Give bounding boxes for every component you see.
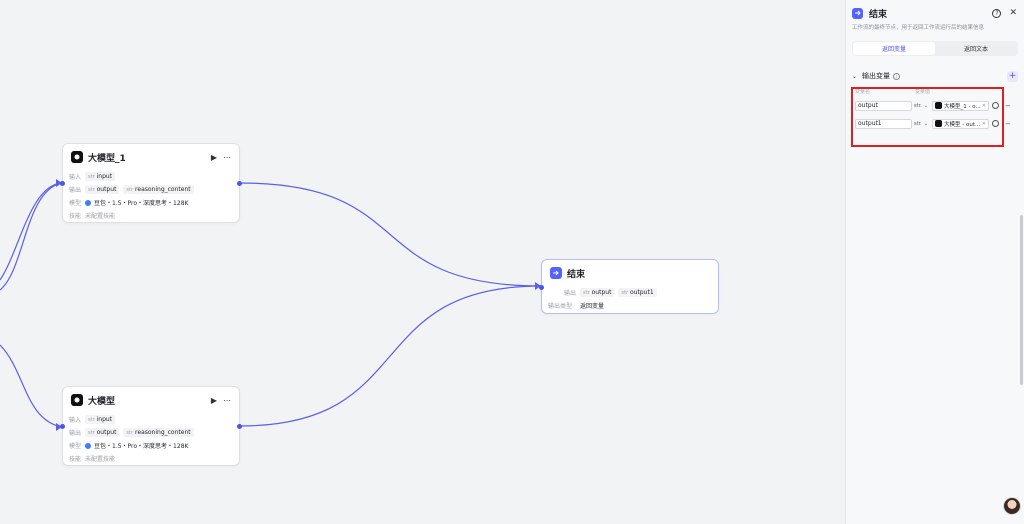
node-title: 大模型_1 bbox=[88, 153, 126, 164]
input-port[interactable] bbox=[60, 424, 65, 429]
panel-scrollbar[interactable] bbox=[1020, 215, 1023, 385]
output-tag: str output bbox=[85, 428, 120, 437]
add-variable-button[interactable]: + bbox=[1007, 70, 1018, 82]
doubao-model-icon bbox=[85, 199, 91, 206]
remove-variable-button[interactable]: − bbox=[1005, 120, 1011, 128]
edge-llm1-to-end bbox=[239, 182, 542, 287]
output-tag: str output1 bbox=[618, 288, 657, 297]
skill-row: 技能 未配置技能 bbox=[69, 213, 116, 220]
output-mode-row: 输出类型 返回变量 bbox=[548, 303, 605, 310]
input-port[interactable] bbox=[60, 181, 65, 186]
end-node-icon bbox=[852, 7, 863, 19]
chevron-down-icon[interactable]: ⌄ bbox=[852, 73, 857, 80]
run-icon[interactable]: ▶ bbox=[211, 396, 217, 405]
help-icon[interactable]: ? bbox=[992, 8, 1002, 18]
edge-start-to-llm1-b bbox=[0, 182, 63, 281]
output-row: 输出 str output str output1 bbox=[542, 286, 718, 299]
highlight-box bbox=[851, 87, 1004, 147]
model-row: 模型 豆包・1.5・Pro・深度思考・128K bbox=[69, 442, 189, 450]
input-tag: str input bbox=[85, 415, 116, 424]
input-port[interactable] bbox=[539, 285, 544, 290]
llm-node-2[interactable]: 大模型 ▶ ⋯ 输入 str input 输出 str output str reas… bbox=[60, 386, 242, 466]
output-port[interactable] bbox=[237, 181, 242, 186]
input-row: 输入 str input bbox=[63, 170, 239, 183]
edge-llm2-to-end bbox=[239, 285, 542, 427]
model-row: 模型 豆包・1.5・Pro・深度思考・128K bbox=[69, 199, 189, 207]
output-variables-section[interactable]: ⌄ 输出变量 i + bbox=[846, 70, 1024, 82]
output-tag: str output bbox=[580, 288, 615, 297]
doubao-model-icon bbox=[85, 442, 91, 449]
remove-variable-button[interactable]: − bbox=[1005, 102, 1011, 110]
output-row: 输出 str output str reasoning_content bbox=[63, 183, 239, 196]
panel-title: 结束 bbox=[869, 9, 888, 20]
end-node[interactable]: 结束 输出 str output str output1 输出类型 返回变量 bbox=[539, 259, 719, 314]
input-tag: str input bbox=[85, 172, 116, 181]
more-icon[interactable]: ⋯ bbox=[223, 153, 231, 162]
section-title: 输出变量 bbox=[862, 72, 891, 80]
node-header: 大模型 ▶ ⋯ bbox=[63, 387, 239, 413]
node-title: 大模型 bbox=[88, 396, 116, 407]
assistant-avatar[interactable] bbox=[1003, 497, 1021, 515]
panel-header: 结束 ? ✕ bbox=[846, 0, 1024, 20]
output-tag: str reasoning_content bbox=[123, 185, 194, 194]
workflow-canvas[interactable]: 大模型_1 ▶ ⋯ 输入 str input 输出 str output str re… bbox=[0, 0, 845, 524]
output-mode-tabs: 返回变量 返回文本 bbox=[852, 41, 1018, 56]
node-header: 大模型_1 ▶ ⋯ bbox=[63, 144, 239, 170]
llm-logo-icon bbox=[71, 394, 83, 406]
llm-node-1[interactable]: 大模型_1 ▶ ⋯ 输入 str input 输出 str output str re… bbox=[60, 143, 242, 223]
more-icon[interactable]: ⋯ bbox=[223, 396, 231, 405]
llm-logo-icon bbox=[71, 151, 83, 163]
close-icon[interactable]: ✕ bbox=[1009, 8, 1017, 18]
node-header: 结束 bbox=[542, 260, 718, 286]
output-row: 输出 str output str reasoning_content bbox=[63, 426, 239, 439]
end-node-config-panel: 结束 ? ✕ 工作流的最终节点，用于返回工作流运行后的结果信息 返回变量 返回文… bbox=[845, 0, 1024, 524]
end-node-icon bbox=[550, 267, 562, 279]
node-title: 结束 bbox=[567, 269, 586, 280]
edge-start-to-llm2 bbox=[0, 344, 63, 428]
tab-return-text[interactable]: 返回文本 bbox=[935, 42, 1017, 55]
tab-return-variables[interactable]: 返回变量 bbox=[853, 42, 935, 55]
edge-start-to-llm1 bbox=[0, 182, 63, 291]
output-tag: str output bbox=[85, 185, 120, 194]
input-row: 输入 str input bbox=[63, 413, 239, 426]
skill-row: 技能 未配置技能 bbox=[69, 456, 116, 463]
run-icon[interactable]: ▶ bbox=[211, 153, 217, 162]
panel-description: 工作流的最终节点，用于返回工作流运行后的结果信息 bbox=[852, 25, 985, 31]
output-tag: str reasoning_content bbox=[123, 428, 194, 437]
info-icon[interactable]: i bbox=[893, 72, 901, 80]
output-port[interactable] bbox=[237, 424, 242, 429]
